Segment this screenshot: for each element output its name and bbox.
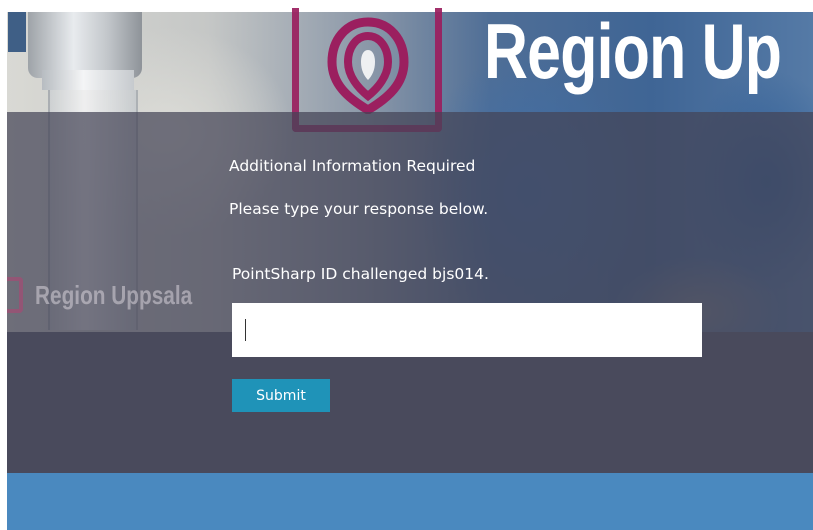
submit-button[interactable]: Submit: [232, 379, 330, 412]
form-instruction: Please type your response below.: [229, 200, 489, 218]
vial-cap-image: [28, 12, 142, 78]
challenge-label: PointSharp ID challenged bjs014.: [232, 265, 489, 283]
form-title: Additional Information Required: [229, 157, 476, 175]
faded-logo-icon: [7, 277, 23, 313]
vial-neck-image: [42, 70, 134, 90]
tube-image: [8, 12, 26, 52]
login-page: Region Up Region Uppsala Additional Info…: [0, 0, 813, 530]
footer-band: [7, 473, 813, 530]
faded-brand-text: Region Uppsala: [35, 279, 193, 310]
response-input[interactable]: [232, 303, 702, 357]
faded-brand-logo: Region Uppsala: [7, 270, 231, 320]
brand-title: Region Up: [484, 7, 782, 95]
text-caret: [245, 319, 246, 341]
region-logo-icon: [327, 17, 409, 114]
